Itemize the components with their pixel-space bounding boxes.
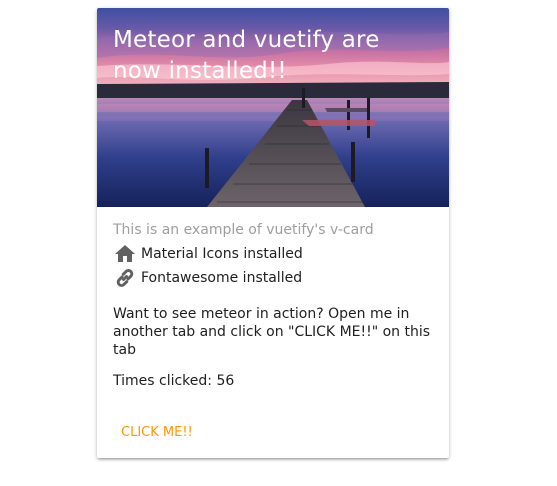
home-icon (113, 242, 137, 266)
link-icon (113, 266, 137, 290)
card-title: Meteor and vuetify are now installed!! (113, 27, 380, 84)
v-card: Meteor and vuetify are now installed!! T… (97, 8, 449, 458)
feature-fontawesome: Fontawesome installed (113, 266, 302, 290)
click-me-button[interactable]: CLICK ME!! (113, 417, 201, 447)
feature-label: Material Icons installed (141, 246, 303, 262)
card-subtitle: This is an example of vuetify's v-card (113, 222, 374, 238)
card-media: Meteor and vuetify are now installed!! (97, 8, 449, 207)
feature-label: Fontawesome installed (141, 270, 303, 286)
click-counter: Times clicked: 56 (113, 373, 235, 389)
feature-material-icons: Material Icons installed (113, 242, 303, 266)
card-description: Want to see meteor in action? Open me in… (113, 306, 431, 358)
